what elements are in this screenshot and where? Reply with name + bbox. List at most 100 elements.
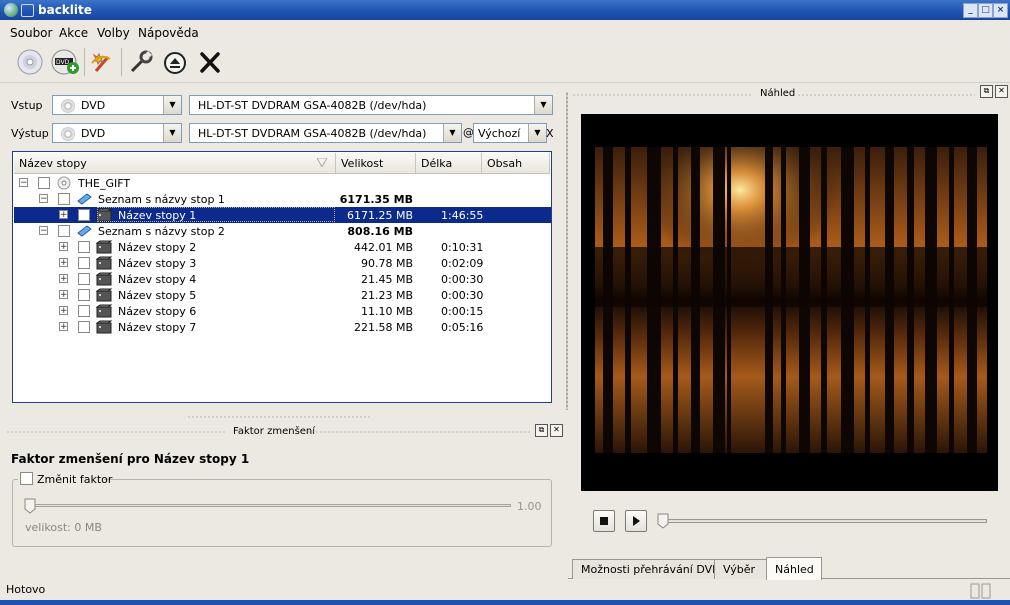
menu-bar: Soubor Akce Volby Nápověda [0, 21, 1010, 43]
output-device-select[interactable]: HL-DT-ST DVDRAM GSA-4082B (/dev/hda) ▼ [189, 123, 462, 143]
collapse-icon[interactable]: − [39, 194, 48, 204]
tree-row[interactable]: − THE_GIFT [14, 175, 551, 191]
column-header-size[interactable]: Velikost [336, 153, 416, 174]
play-icon [633, 516, 640, 526]
chevron-down-icon: ▼ [443, 124, 461, 142]
status-text: Hotovo [6, 583, 46, 596]
output-label: Výstup [11, 127, 49, 140]
close-dock-icon[interactable]: ✕ [550, 424, 563, 437]
chevron-down-icon: ▼ [528, 124, 546, 142]
chevron-down-icon: ▼ [163, 96, 181, 114]
row-checkbox[interactable] [58, 193, 70, 205]
speed-unit-label: X [546, 127, 554, 140]
menu-akce[interactable]: Akce [59, 26, 88, 40]
splitter-handle[interactable] [566, 92, 568, 410]
output-speed-select[interactable]: Výchozí ▼ [473, 123, 547, 143]
collapse-icon[interactable]: − [39, 226, 48, 236]
magic-wand-icon[interactable] [88, 47, 118, 77]
tab-selection[interactable]: Výběr [714, 559, 767, 579]
expand-icon[interactable]: + [59, 274, 68, 284]
x-tools-icon[interactable] [195, 47, 225, 77]
tree-row[interactable]: + Název stopy 4 21.45 MB 0:00:30 [14, 271, 551, 287]
row-checkbox[interactable] [78, 273, 90, 285]
collapse-icon[interactable]: − [19, 178, 28, 188]
toolbar: DVD [0, 44, 1010, 83]
row-size: 442.01 MB [353, 241, 413, 254]
factor-dock-title: Faktor zmenšení [233, 426, 316, 437]
menu-napoveda[interactable]: Nápověda [138, 26, 199, 40]
maximize-icon[interactable]: □ [978, 3, 993, 18]
expand-icon[interactable]: + [59, 258, 68, 268]
menu-soubor[interactable]: Soubor [10, 26, 52, 40]
resize-grip-icon[interactable] [970, 583, 992, 599]
column-header-content[interactable]: Obsah [482, 153, 550, 174]
disc-icon [61, 127, 75, 141]
expand-icon[interactable]: + [59, 210, 68, 220]
input-device-select[interactable]: HL-DT-ST DVDRAM GSA-4082B (/dev/hda) ▼ [189, 95, 553, 115]
output-type-select[interactable]: DVD ▼ [52, 123, 182, 143]
factor-slider-handle[interactable] [24, 498, 36, 514]
float-dock-icon[interactable]: ⧉ [980, 85, 993, 98]
factor-slider-track[interactable] [25, 504, 511, 507]
video-clip-icon [95, 240, 113, 254]
video-frame-image [595, 147, 987, 453]
disc-icon [61, 99, 75, 113]
input-type-select[interactable]: DVD ▼ [52, 95, 182, 115]
tree-row[interactable]: − Seznam s názvy stop 1 6171.35 MB [14, 191, 551, 207]
row-name: Název stopy 6 [118, 305, 197, 318]
row-name: Název stopy 5 [118, 289, 197, 302]
row-checkbox[interactable] [78, 241, 90, 253]
change-factor-checkbox[interactable] [20, 472, 33, 485]
tree-row[interactable]: + Název stopy 5 21.23 MB 0:00:30 [14, 287, 551, 303]
play-button[interactable] [625, 510, 647, 532]
row-checkbox[interactable] [58, 225, 70, 237]
tree-row[interactable]: + Název stopy 6 11.10 MB 0:00:15 [14, 303, 551, 319]
video-clip-icon [95, 256, 113, 270]
row-checkbox[interactable] [78, 209, 90, 221]
disc-icon[interactable] [15, 47, 45, 77]
tree-row[interactable]: + Název stopy 3 90.78 MB 0:02:09 [14, 255, 551, 271]
tree-row[interactable]: + Název stopy 2 442.01 MB 0:10:31 [14, 239, 551, 255]
focus-rect [97, 207, 335, 222]
tab-preview[interactable]: Náhled [766, 557, 822, 580]
row-checkbox[interactable] [78, 289, 90, 301]
track-tree[interactable]: Název stopy Velikost Délka Obsah − THE_GI… [12, 151, 552, 403]
svg-text:DVD: DVD [56, 59, 70, 66]
row-checkbox[interactable] [78, 257, 90, 269]
seek-slider-handle[interactable] [657, 513, 669, 529]
minimize-icon[interactable]: _ [963, 3, 978, 18]
expand-icon[interactable]: + [59, 290, 68, 300]
video-clip-icon [95, 272, 113, 286]
row-checkbox[interactable] [38, 177, 50, 189]
menu-volby[interactable]: Volby [97, 26, 130, 40]
column-header-length[interactable]: Délka [416, 153, 482, 174]
expand-icon[interactable]: + [59, 322, 68, 332]
wrench-icon[interactable] [125, 47, 155, 77]
dvd-add-icon[interactable]: DVD [50, 47, 80, 77]
factor-groupbox [12, 479, 552, 547]
tab-dvd-playback[interactable]: Možnosti přehrávání DVD [572, 559, 721, 579]
playlist-icon [76, 192, 92, 206]
window-bottom-border [0, 600, 1010, 605]
tree-row[interactable]: + Název stopy 1 6171.25 MB 1:46:55 [14, 207, 551, 223]
row-name: Název stopy 4 [118, 273, 197, 286]
row-checkbox[interactable] [78, 321, 90, 333]
stop-button[interactable] [593, 510, 615, 532]
row-length: 1:46:55 [441, 209, 484, 222]
row-checkbox[interactable] [78, 305, 90, 317]
column-header-name[interactable]: Název stopy [14, 153, 336, 174]
close-dock-icon[interactable]: ✕ [995, 85, 1008, 98]
expand-icon[interactable]: + [59, 306, 68, 316]
window-menu-icon[interactable] [21, 4, 34, 17]
chevron-down-icon: ▼ [163, 124, 181, 142]
row-size: 808.16 MB [347, 225, 413, 238]
close-icon[interactable]: × [993, 3, 1008, 18]
seek-slider-track[interactable] [660, 519, 987, 523]
splitter-handle[interactable] [187, 416, 371, 418]
expand-icon[interactable]: + [59, 242, 68, 252]
eject-icon[interactable] [160, 47, 190, 77]
sort-arrow-icon [317, 158, 327, 167]
tree-row[interactable]: − Seznam s názvy stop 2 808.16 MB [14, 223, 551, 239]
float-dock-icon[interactable]: ⧉ [535, 424, 548, 437]
tree-row[interactable]: + Název stopy 7 221.58 MB 0:05:16 [14, 319, 551, 335]
